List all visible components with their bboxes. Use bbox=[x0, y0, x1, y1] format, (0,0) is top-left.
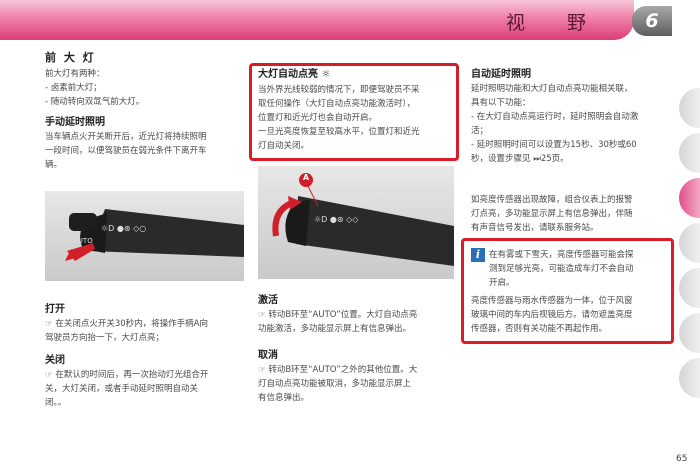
auto-follow-me-heading: 自动延时照明 bbox=[471, 69, 531, 80]
stalk-photo-middle: ☼D ●⊛ ◇◇ A bbox=[258, 166, 454, 279]
page-header: 视 野 6 bbox=[0, 0, 700, 40]
side-tab[interactable] bbox=[679, 313, 700, 353]
manual-follow-me-heading: 手动延时照明 bbox=[45, 117, 105, 128]
sensor-location-note: 亮度传感器与雨水传感器为一体，位于风窗 玻璃中间的车内后视镜后方。请勿遮盖亮度 … bbox=[471, 296, 633, 334]
side-tab[interactable] bbox=[679, 358, 700, 398]
switch-off-text: ☞ 在默认的时间后，再一次抬动灯光组合开 关，大灯关闭，或者手动延时照明自动关 … bbox=[45, 370, 209, 408]
side-tab[interactable] bbox=[679, 133, 700, 173]
sensor-note: i 在有雾或下雪天，亮度传感器可能会探 测到足够光亮，可能造成车灯不会自动 开启… bbox=[471, 248, 671, 336]
deactivation-heading: 取消 bbox=[258, 350, 278, 361]
page-number: 65 bbox=[676, 454, 688, 464]
headlamps-heading: 前 大 灯 bbox=[45, 51, 96, 64]
side-tab[interactable] bbox=[679, 88, 700, 128]
chapter-side-tabs bbox=[679, 88, 700, 403]
switch-on-heading: 打开 bbox=[45, 304, 65, 315]
auto-lighting-section: 大灯自动点亮 ☼ 当外界光线较弱的情况下，即便驾驶员不采 取任何操作（大灯自动点… bbox=[258, 67, 456, 153]
chapter-number: 6 bbox=[632, 6, 672, 36]
switch-off-heading: 关闭 bbox=[45, 355, 65, 366]
middle-column-bottom: 激活 ☞ 转动B环至“AUTO”位置。大灯自动点亮 功能激活，多功能显示屏上有信… bbox=[258, 293, 458, 405]
activation-heading: 激活 bbox=[258, 295, 278, 306]
side-tab[interactable] bbox=[679, 223, 700, 263]
stalk-photo-left: ☼D ●⊛ ◇○ AUTO bbox=[45, 191, 244, 281]
svg-text:☼D ●⊛ ◇◇: ☼D ●⊛ ◇◇ bbox=[314, 215, 359, 224]
sensor-fault-section: 如亮度传感器出现故障，组合仪表上的报警 灯点亮，多功能显示屏上有信息弹出，伴随 … bbox=[471, 193, 676, 235]
sensor-fault-text: 如亮度传感器出现故障，组合仪表上的报警 灯点亮，多功能显示屏上有信息弹出，伴随 … bbox=[471, 195, 633, 233]
svg-text:☼D ●⊛ ◇○: ☼D ●⊛ ◇○ bbox=[101, 224, 146, 233]
info-icon: i bbox=[471, 248, 485, 262]
light-stalk-illustration: ☼D ●⊛ ◇○ AUTO bbox=[65, 209, 244, 261]
switch-on-text: ☞ 在关闭点火开关30秒内，将操作手柄A向 驾驶员方向抬一下，大灯点亮； bbox=[45, 319, 208, 343]
headlamps-text: 前大灯有两种： - 卤素前大灯； - 随动转向双氙气前大灯。 bbox=[45, 69, 145, 107]
section-title: 视 野 bbox=[505, 12, 604, 34]
auto-lighting-heading: 大灯自动点亮 ☼ bbox=[258, 69, 331, 80]
right-column-top: 自动延时照明 延时照明功能和大灯自动点亮功能相关联， 具有以下功能： - 在大灯… bbox=[471, 67, 676, 166]
left-column-bottom: 打开 ☞ 在关闭点火开关30秒内，将操作手柄A向 驾驶员方向抬一下，大灯点亮； … bbox=[45, 302, 245, 410]
marker-a-label: A bbox=[302, 173, 310, 182]
deactivation-text: ☞ 转动B环至“AUTO”之外的其他位置。大 灯自动点亮功能被取消，多功能显示屏… bbox=[258, 365, 418, 403]
auto-follow-me-text: 延时照明功能和大灯自动点亮功能相关联， 具有以下功能： - 在大灯自动点亮运行时… bbox=[471, 84, 639, 164]
side-tab[interactable] bbox=[679, 268, 700, 308]
left-column: 前 大 灯 前大灯有两种： - 卤素前大灯； - 随动转向双氙气前大灯。 手动延… bbox=[45, 50, 245, 172]
fog-snow-note: 在有雾或下雪天，亮度传感器可能会探 测到足够光亮，可能造成车灯不会自动 开启。 bbox=[489, 250, 634, 288]
manual-follow-me-text: 当车辆点火开关断开后，近光灯将持续照明 一段时间，以便驾驶员在弱光条件下离开车 … bbox=[45, 132, 207, 170]
side-tab-active[interactable] bbox=[679, 178, 700, 218]
auto-lighting-text: 当外界光线较弱的情况下，即便驾驶员不采 取任何操作（大灯自动点亮功能激活时）， … bbox=[258, 85, 420, 151]
svg-text:AUTO: AUTO bbox=[73, 237, 93, 245]
activation-text: ☞ 转动B环至“AUTO”位置。大灯自动点亮 功能激活，多功能显示屏上有信息弹出… bbox=[258, 310, 418, 334]
auto-ring-illustration: ☼D ●⊛ ◇◇ bbox=[272, 173, 454, 266]
